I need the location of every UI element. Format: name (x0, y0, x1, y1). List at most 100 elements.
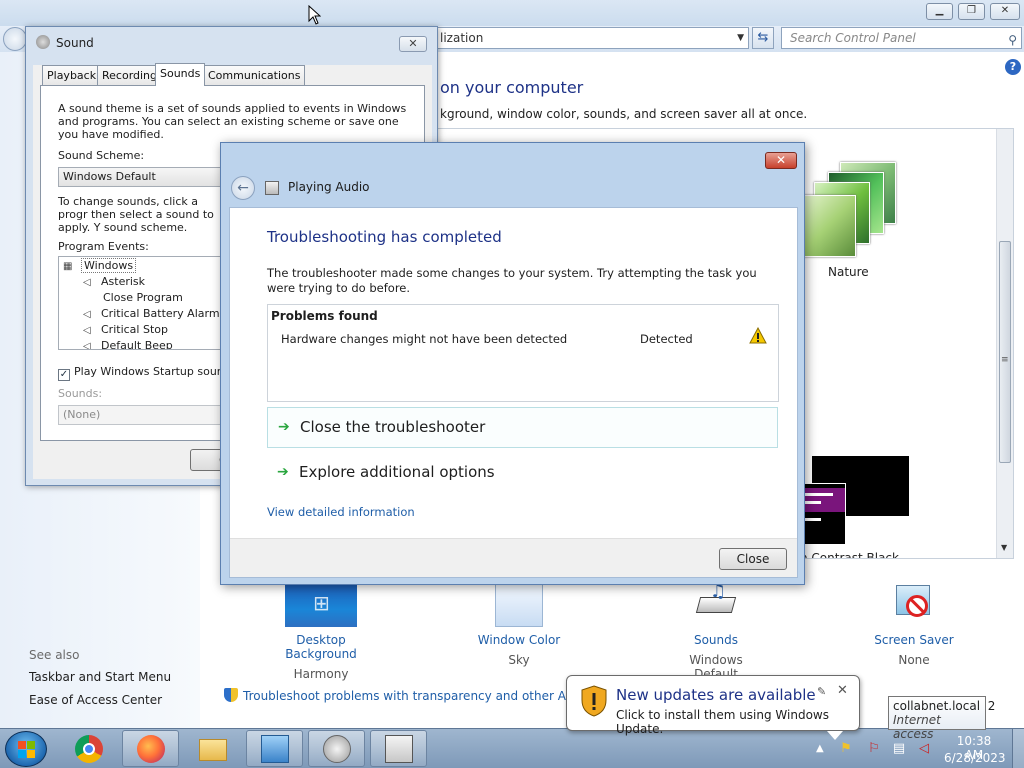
theme-nature-label: Nature (828, 265, 869, 279)
search-placeholder: Search Control Panel (790, 31, 916, 45)
control-panel-titlebar: ▁ ❐ ✕ (0, 0, 1024, 26)
tab-communications[interactable]: Communications (203, 65, 306, 85)
taskbar-firefox[interactable] (122, 730, 179, 767)
back-button[interactable] (3, 27, 27, 51)
explore-options-option[interactable]: ➔ Explore additional options (267, 453, 778, 494)
desktop-background-item[interactable]: ⊞ Desktop Background Harmony (262, 583, 380, 681)
taskbar-troubleshooter[interactable] (370, 730, 427, 767)
scrollbar-thumb[interactable] (999, 241, 1011, 463)
shield-icon (224, 688, 238, 702)
search-input[interactable]: Search Control Panel ⚲ (781, 27, 1022, 49)
tab-recording[interactable]: Recording (97, 65, 163, 85)
list-item[interactable]: ▦ Windows (63, 258, 137, 273)
sound-close-button[interactable]: ✕ (399, 36, 427, 52)
search-icon[interactable]: ⚲ (1008, 30, 1017, 50)
screen-saver-link[interactable]: Screen Saver (870, 633, 958, 647)
event-label: Asterisk (101, 275, 146, 288)
help-icon[interactable]: ? (1005, 59, 1021, 75)
sounds-link[interactable]: Sounds (666, 633, 766, 647)
theme-high-contrast-preview (798, 483, 846, 545)
theme-nature-thumbnail[interactable] (800, 162, 905, 257)
settings-icon[interactable]: ✎ (817, 685, 826, 698)
troubleshooter-icon (385, 735, 413, 763)
troubleshooter-close-icon[interactable]: ✕ (765, 152, 797, 169)
close-button[interactable]: Close (719, 548, 787, 570)
see-also-heading: See also (29, 648, 80, 662)
clock-date[interactable]: 6/28/2023 (944, 751, 1006, 765)
green-arrow-icon: ➔ (278, 419, 290, 435)
windows-update-icon[interactable]: ⚑ (838, 741, 854, 757)
sounds-select[interactable]: (None) (58, 405, 238, 425)
back-arrow-icon[interactable]: ← (231, 176, 255, 200)
close-troubleshooter-label: Close the troubleshooter (300, 418, 486, 436)
network-count: 2 (987, 699, 996, 713)
list-item[interactable]: ◁ Critical Stop (83, 323, 168, 336)
start-button[interactable] (5, 731, 47, 767)
show-hidden-icons-icon[interactable]: ▲ (816, 743, 824, 754)
event-label: Close Program (103, 291, 183, 304)
sounds-icon: ♫ (692, 581, 740, 627)
close-button[interactable]: ✕ (990, 3, 1020, 20)
troubleshooter-heading: Troubleshooting has completed (267, 228, 502, 246)
network-name: collabnet.local (893, 699, 981, 713)
address-box[interactable]: lization ▼ (425, 27, 749, 49)
problems-found-box: Problems found Hardware changes might no… (267, 304, 779, 402)
network-status: Internet access (893, 713, 941, 741)
notification-title: New updates are available (616, 686, 816, 704)
sounds-item[interactable]: ♫ Sounds Windows Default (666, 581, 766, 681)
list-item[interactable]: ◁ Default Beep (83, 339, 173, 349)
taskbar-control-panel[interactable] (246, 730, 303, 767)
window-color-item[interactable]: Window Color Sky (470, 583, 568, 667)
window-color-link[interactable]: Window Color (470, 633, 568, 647)
problem-status: Detected (640, 332, 693, 346)
close-icon[interactable]: ✕ (837, 683, 848, 698)
network-icon[interactable]: ▤ (891, 741, 907, 757)
screen-saver-icon (892, 583, 936, 627)
troubleshooter-description: The troubleshooter made some changes to … (267, 266, 757, 295)
list-item[interactable]: ◁ Critical Battery Alarm (83, 307, 220, 320)
view-detailed-information-link[interactable]: View detailed information (267, 505, 415, 519)
event-label: Critical Battery Alarm (101, 307, 220, 320)
taskbar-start-menu-link[interactable]: Taskbar and Start Menu (29, 670, 171, 684)
action-center-icon[interactable]: ⚐ (866, 741, 882, 757)
screen-saver-item[interactable]: Screen Saver None (870, 583, 958, 667)
troubleshoot-aero-link[interactable]: Troubleshoot problems with transparency … (224, 688, 570, 703)
windows-logo-part (27, 750, 35, 758)
show-desktop-button[interactable] (1012, 729, 1024, 768)
sounds-label: Sounds: (58, 387, 103, 400)
event-label: Critical Stop (101, 323, 168, 336)
checkbox-checked-icon[interactable]: ✓ (58, 369, 70, 381)
maximize-button[interactable]: ❐ (958, 3, 985, 20)
desktop-background-link[interactable]: Desktop Background (262, 633, 380, 661)
ease-of-access-link[interactable]: Ease of Access Center (29, 693, 162, 707)
scrollbar[interactable]: ≡ ▼ (996, 129, 1013, 558)
list-item[interactable]: ◁ Asterisk (83, 275, 145, 288)
tab-sounds[interactable]: Sounds (155, 63, 206, 86)
sound-dialog-title: Sound (56, 36, 94, 50)
taskbar-sound[interactable] (308, 730, 365, 767)
tab-playback[interactable]: Playback (42, 65, 102, 85)
list-item[interactable]: Close Program (103, 291, 183, 304)
scroll-grip-icon: ≡ (1001, 355, 1009, 365)
troubleshooter-app-icon (265, 181, 279, 195)
update-notification[interactable]: New updates are available Click to insta… (566, 675, 860, 740)
window-color-value: Sky (508, 653, 530, 667)
taskbar-explorer[interactable] (184, 730, 241, 767)
windows-logo-icon (18, 741, 26, 749)
sound-scheme-select[interactable]: Windows Default (58, 167, 238, 187)
page-subtitle: kground, window color, sounds, and scree… (440, 107, 808, 121)
windows-logo-part (18, 750, 26, 758)
startup-sound-checkbox[interactable]: ✓ Play Windows Startup sound (58, 365, 231, 381)
chrome-icon (75, 735, 103, 763)
event-label: Windows (81, 258, 137, 273)
scroll-down-icon[interactable]: ▼ (1001, 543, 1007, 552)
screen-saver-value: None (898, 653, 930, 667)
close-troubleshooter-option[interactable]: ➔ Close the troubleshooter (267, 407, 778, 448)
windows-icon: ▦ (63, 261, 73, 272)
volume-muted-icon[interactable]: ◁ (916, 741, 932, 757)
refresh-icon[interactable]: ⇆ (752, 27, 774, 49)
program-events-list[interactable]: ▦ Windows ◁ Asterisk Close Program ◁ Critic… (58, 256, 238, 350)
chevron-down-icon[interactable]: ▼ (737, 28, 744, 48)
taskbar-chrome[interactable] (60, 730, 117, 767)
minimize-button[interactable]: ▁ (926, 3, 953, 20)
